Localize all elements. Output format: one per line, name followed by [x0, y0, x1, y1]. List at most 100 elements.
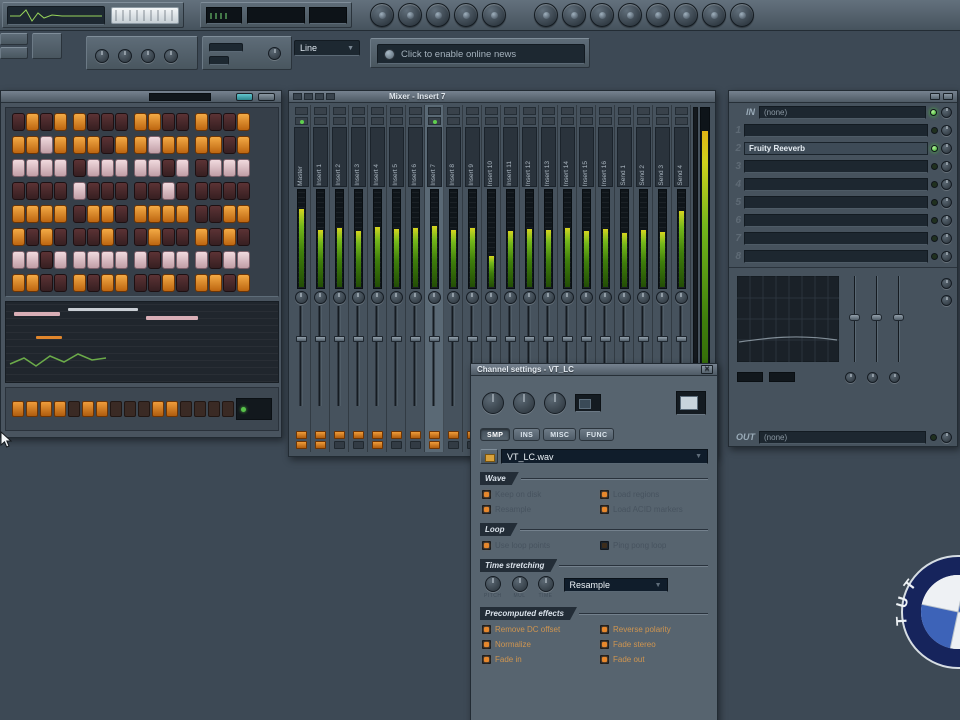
fx-slot-name[interactable] [744, 195, 928, 209]
graph-editor-button[interactable] [236, 92, 253, 101]
rack-mini-cell[interactable] [222, 401, 234, 417]
checkbox-fade-out[interactable]: Fade out [600, 654, 708, 665]
step-cell[interactable] [40, 182, 53, 200]
volume-fader[interactable] [390, 306, 402, 406]
tab-ins[interactable]: INS [513, 428, 541, 441]
step-cell[interactable] [54, 113, 67, 131]
pan-knob[interactable] [636, 291, 650, 304]
fader-handle[interactable] [561, 336, 573, 342]
step-cell[interactable] [162, 159, 175, 177]
pan-knob[interactable] [482, 392, 504, 414]
fx-enable-cell[interactable] [333, 431, 345, 439]
volume-fader[interactable] [447, 306, 459, 406]
fader-handle[interactable] [409, 336, 421, 342]
step-cell[interactable] [134, 274, 147, 292]
checkbox-fade-in[interactable]: Fade in [482, 654, 590, 665]
fader-handle[interactable] [504, 336, 516, 342]
step-cell[interactable] [148, 113, 161, 131]
step-cell[interactable] [73, 274, 86, 292]
pan-knob[interactable] [484, 291, 498, 304]
pan-knob[interactable] [332, 291, 346, 304]
fx-slot-7[interactable]: 7 [729, 229, 957, 247]
step-cell[interactable] [134, 228, 147, 246]
news-bar[interactable]: Click to enable online news [370, 38, 590, 68]
pan-knob[interactable] [522, 291, 536, 304]
shuffle-knob[interactable] [268, 47, 281, 60]
fx-enable-cell[interactable] [428, 441, 440, 449]
fx-slot-4[interactable]: 4 [729, 175, 957, 193]
rack-mini-cell[interactable] [110, 401, 122, 417]
step-cell[interactable] [101, 274, 114, 292]
fx-enable-cell[interactable] [314, 431, 326, 439]
step-cell[interactable] [237, 205, 250, 223]
rack-mini-cell[interactable] [54, 401, 66, 417]
pitch-knob[interactable] [544, 392, 566, 414]
pan-knob[interactable] [579, 291, 593, 304]
step-cell[interactable] [54, 159, 67, 177]
pan-knob[interactable] [503, 291, 517, 304]
step-cell[interactable] [176, 182, 189, 200]
fader-handle[interactable] [295, 336, 307, 342]
fx-enable-cell[interactable] [390, 431, 402, 439]
pan-knob[interactable] [465, 291, 479, 304]
rack-mini-cell[interactable] [152, 401, 164, 417]
step-cell[interactable] [195, 113, 208, 131]
step-cell[interactable] [162, 228, 175, 246]
fader-handle[interactable] [618, 336, 630, 342]
rack-mini-cell[interactable] [82, 401, 94, 417]
step-cell[interactable] [73, 182, 86, 200]
fx-mix-knob[interactable] [941, 124, 952, 136]
checkbox-load-regions[interactable]: Load regions [600, 489, 708, 500]
fader-handle[interactable] [485, 336, 497, 342]
pan-knob[interactable] [617, 291, 631, 304]
main-knob[interactable] [118, 49, 132, 63]
step-cell[interactable] [223, 113, 236, 131]
step-cell[interactable] [101, 228, 114, 246]
sample-filename-selector[interactable]: VT_LC.wav ▼ [501, 449, 708, 464]
step-sequencer-titlebar[interactable] [1, 91, 281, 103]
step-cell[interactable] [26, 251, 39, 269]
fx-slot-led[interactable] [931, 180, 938, 188]
step-cell[interactable] [223, 205, 236, 223]
mixer-channel-insert-8[interactable]: Insert 8 [444, 105, 463, 452]
pan-knob[interactable] [294, 291, 308, 304]
step-cell[interactable] [176, 228, 189, 246]
step-cell[interactable] [12, 182, 25, 200]
step-cell[interactable] [195, 274, 208, 292]
fx-minimize-button[interactable] [930, 93, 940, 100]
step-cell[interactable] [134, 136, 147, 154]
volume-fader[interactable] [295, 306, 307, 406]
volume-fader[interactable] [428, 306, 440, 406]
step-cell[interactable] [209, 228, 222, 246]
stereo-knob[interactable] [941, 295, 952, 306]
fx-slot-6[interactable]: 6 [729, 211, 957, 229]
step-cell[interactable] [101, 159, 114, 177]
step-cell[interactable] [115, 251, 128, 269]
toolbar-button[interactable] [702, 3, 726, 27]
step-cell[interactable] [87, 113, 100, 131]
toolbar-button[interactable] [534, 3, 558, 27]
toolbar-button[interactable] [398, 3, 422, 27]
step-cell[interactable] [12, 228, 25, 246]
step-cell[interactable] [162, 136, 175, 154]
fx-menu-button[interactable] [943, 93, 953, 100]
step-cell[interactable] [12, 251, 25, 269]
volume-knob[interactable] [513, 392, 535, 414]
fader-handle[interactable] [314, 336, 326, 342]
fx-enable-cell[interactable] [390, 441, 402, 449]
step-cell[interactable] [73, 228, 86, 246]
output-led[interactable] [930, 433, 937, 441]
fx-mix-knob[interactable] [941, 178, 952, 190]
piano-roll-preview[interactable] [5, 301, 279, 383]
step-cell[interactable] [73, 159, 86, 177]
fader-handle[interactable] [428, 336, 440, 342]
step-cell[interactable] [134, 113, 147, 131]
step-cell[interactable] [40, 159, 53, 177]
step-cell[interactable] [101, 251, 114, 269]
step-cell[interactable] [134, 182, 147, 200]
step-cell[interactable] [134, 251, 147, 269]
eq-band-slider[interactable] [893, 276, 904, 362]
step-cell[interactable] [134, 159, 147, 177]
sample-browse-button[interactable] [480, 449, 498, 464]
output-target-selector[interactable]: (none) [759, 430, 926, 444]
